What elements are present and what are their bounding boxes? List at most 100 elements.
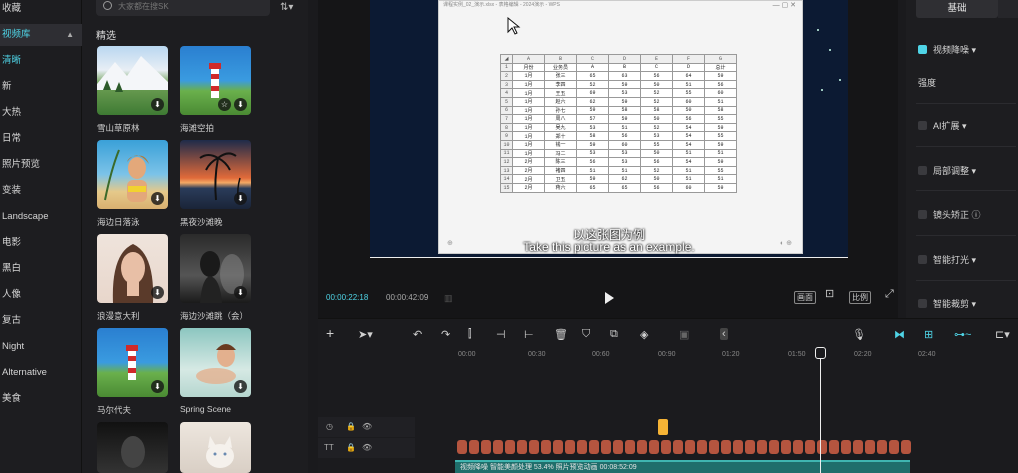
- thumb-portrait[interactable]: ⬇: [97, 234, 168, 303]
- text-clip[interactable]: [781, 440, 791, 454]
- lock-icon[interactable]: 🔒: [346, 422, 356, 431]
- text-clip[interactable]: [769, 440, 779, 454]
- text-clip[interactable]: [517, 440, 527, 454]
- category-item[interactable]: Alternative: [0, 362, 82, 384]
- playhead-handle[interactable]: [815, 347, 826, 359]
- text-clip[interactable]: [505, 440, 515, 454]
- thumb-snow-mountain[interactable]: ⬇: [97, 46, 168, 115]
- play-icon[interactable]: [605, 292, 614, 304]
- lock-icon[interactable]: 🔒: [346, 443, 356, 452]
- text-clip[interactable]: [601, 440, 611, 454]
- text-clip[interactable]: [793, 440, 803, 454]
- text-clip[interactable]: [865, 440, 875, 454]
- lens-correction-toggle[interactable]: 镜头矫正 ⓘ: [918, 208, 981, 221]
- text-clip[interactable]: [889, 440, 899, 454]
- text-clip[interactable]: [577, 440, 587, 454]
- text-clip[interactable]: [529, 440, 539, 454]
- thumb-spring-scene[interactable]: ⬇: [180, 328, 251, 397]
- select-tool-icon[interactable]: ➤▾: [358, 328, 373, 341]
- category-item[interactable]: 复古: [0, 310, 82, 332]
- split-right-icon[interactable]: ⊢: [524, 328, 534, 341]
- text-clip[interactable]: [853, 440, 863, 454]
- main-video-clip[interactable]: 视频降噪 智能美颜处理 53.4% 照片预览动画 00:08:52:09: [455, 460, 910, 473]
- preview-axis-icon[interactable]: ⊏▾: [995, 328, 1010, 341]
- add-track-icon[interactable]: +: [326, 325, 334, 341]
- checkbox-icon[interactable]: [918, 121, 927, 130]
- text-clip[interactable]: [745, 440, 755, 454]
- text-clip[interactable]: [553, 440, 563, 454]
- download-icon[interactable]: ⬇: [151, 192, 164, 205]
- delete-icon[interactable]: 🗑: [554, 328, 568, 341]
- search-box[interactable]: [96, 0, 270, 16]
- text-clip[interactable]: [625, 440, 635, 454]
- fit-button[interactable]: 画面: [794, 291, 816, 304]
- sticker-marker[interactable]: [658, 419, 668, 435]
- video-frame[interactable]: 课程实例_02_演示.xlsx - 表格编辑 - 2024演示 - WPS — …: [370, 0, 848, 258]
- microphone-icon[interactable]: 🎙: [852, 328, 866, 341]
- caption-icon[interactable]: ▣: [679, 328, 689, 341]
- split-left-icon[interactable]: ⊣: [496, 328, 506, 341]
- category-item[interactable]: 电影: [0, 232, 82, 254]
- redo-icon[interactable]: ↷: [441, 328, 450, 341]
- text-clip[interactable]: [829, 440, 839, 454]
- category-item[interactable]: 新: [0, 76, 82, 98]
- download-icon[interactable]: ⬇: [234, 380, 247, 393]
- category-item[interactable]: 黑白: [0, 258, 82, 280]
- thumb-cat[interactable]: [180, 422, 251, 473]
- category-item[interactable]: Night: [0, 336, 82, 358]
- category-item[interactable]: 大热: [0, 102, 82, 124]
- eye-icon[interactable]: 👁: [362, 422, 372, 431]
- category-library-sub[interactable]: 清晰: [0, 50, 82, 72]
- checkbox-icon[interactable]: [918, 210, 927, 219]
- thumb-bw-woman[interactable]: ⬇: [180, 234, 251, 303]
- favorite-icon[interactable]: ☆: [218, 98, 231, 111]
- category-item[interactable]: 人像: [0, 284, 82, 306]
- thumb-lighthouse[interactable]: ☆ ⬇: [180, 46, 251, 115]
- collapse-icon[interactable]: ‹: [720, 328, 728, 340]
- text-clip[interactable]: [733, 440, 743, 454]
- text-clip[interactable]: [613, 440, 623, 454]
- text-clip[interactable]: [721, 440, 731, 454]
- thumb-sunset-palm[interactable]: ⬇: [180, 140, 251, 209]
- text-clip[interactable]: [481, 440, 491, 454]
- text-clip[interactable]: [565, 440, 575, 454]
- download-icon[interactable]: ⬇: [234, 286, 247, 299]
- category-item[interactable]: 变装: [0, 180, 82, 202]
- text-clip[interactable]: [877, 440, 887, 454]
- checkbox-icon[interactable]: [918, 166, 927, 175]
- waveform-icon[interactable]: ▥: [444, 293, 453, 304]
- text-clip[interactable]: [685, 440, 695, 454]
- text-clip[interactable]: [697, 440, 707, 454]
- filter-sort-icon[interactable]: ⇅▾: [280, 2, 293, 13]
- thumb-dark[interactable]: [97, 422, 168, 473]
- text-clip[interactable]: [649, 440, 659, 454]
- text-clip[interactable]: [469, 440, 479, 454]
- text-clip[interactable]: [661, 440, 671, 454]
- ai-effect-icon[interactable]: ◈: [640, 328, 648, 341]
- chain-icon[interactable]: ⊶~: [954, 328, 971, 341]
- text-clip[interactable]: [541, 440, 551, 454]
- category-library[interactable]: 视频库 ▲: [0, 24, 82, 46]
- magnet-icon[interactable]: ⊞: [924, 328, 933, 341]
- checkbox-icon[interactable]: [918, 255, 927, 264]
- smart-light-toggle[interactable]: 智能打光 ▾: [918, 253, 976, 266]
- download-icon[interactable]: ⬇: [151, 380, 164, 393]
- category-item[interactable]: Landscape: [0, 206, 82, 228]
- ai-extend-toggle[interactable]: AI扩展 ▾: [918, 119, 967, 132]
- link-icon[interactable]: ⧓: [894, 328, 905, 341]
- text-clip[interactable]: [901, 440, 911, 454]
- thumb-lighthouse-2[interactable]: ⬇: [97, 328, 168, 397]
- text-clip[interactable]: [673, 440, 683, 454]
- text-clip[interactable]: [493, 440, 503, 454]
- undo-icon[interactable]: ↶: [413, 328, 422, 341]
- tab-basic[interactable]: 基础: [916, 0, 998, 18]
- download-icon[interactable]: ⬇: [151, 98, 164, 111]
- eye-icon[interactable]: 👁: [362, 443, 372, 452]
- text-clip[interactable]: [817, 440, 827, 454]
- download-icon[interactable]: ⬇: [234, 98, 247, 111]
- text-clip[interactable]: [637, 440, 647, 454]
- ratio-button[interactable]: 比例: [849, 291, 871, 304]
- download-icon[interactable]: ⬇: [234, 192, 247, 205]
- shield-icon[interactable]: ⛉: [582, 328, 590, 341]
- category-item[interactable]: 美食: [0, 388, 82, 410]
